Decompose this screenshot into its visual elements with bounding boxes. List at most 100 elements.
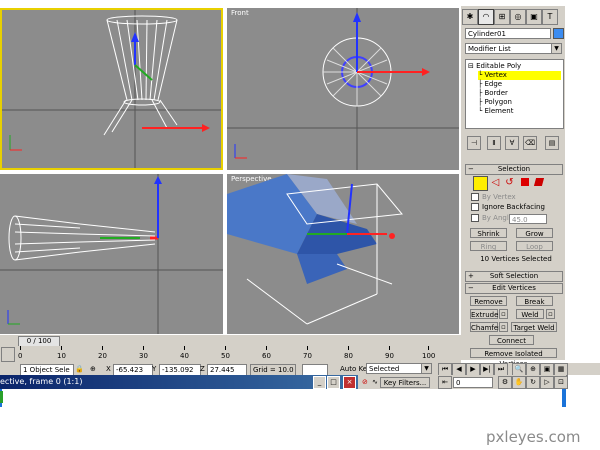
configure-modifier-sets-icon[interactable]: ▤ (545, 136, 559, 150)
viewport-left-drawing (0, 174, 223, 334)
ring-button[interactable]: Ring (470, 241, 507, 251)
modifier-list-label: Modifier List (468, 45, 511, 53)
tick-label: 90 (385, 352, 394, 360)
grow-button[interactable]: Grow (516, 228, 553, 238)
time-slider[interactable]: 0 / 100 (0, 335, 461, 347)
element-mode-icon[interactable] (533, 178, 545, 186)
maximize-icon[interactable]: □ (327, 376, 340, 389)
connect-button[interactable]: Connect (489, 335, 534, 345)
shrink-button[interactable]: Shrink (470, 228, 507, 238)
tick-label: 0 (18, 352, 23, 360)
viewport-perspective-drawing (227, 174, 403, 325)
stack-item-element[interactable]: └ Element (478, 107, 513, 116)
hierarchy-icon[interactable]: ⊞ (494, 9, 510, 25)
extrude-button[interactable]: Extrude (470, 309, 498, 319)
viewport-left[interactable] (0, 174, 223, 334)
arc-rotate-icon[interactable]: ↻ (526, 376, 540, 389)
edit-vertices-rollout-header[interactable]: − Edit Vertices (465, 283, 563, 294)
set-key-mode-label: Selected (369, 365, 400, 373)
stack-tools: ⊣ Ⅱ ∀ ⌫ ▤ (465, 136, 562, 150)
track-bar[interactable]: 0 10 20 30 40 50 60 70 80 90 100 (0, 346, 461, 363)
window-title: ective, frame 0 (1:1) (0, 377, 83, 386)
transform-mode-icon[interactable]: ⊕ (90, 364, 96, 374)
weld-button[interactable]: Weld (516, 309, 544, 319)
key-filters-button[interactable]: Key Filters... (380, 377, 430, 388)
set-key-mode-dropdown[interactable]: Selected ▼ (366, 363, 432, 374)
command-panel: ✱ ◠ ⊞ ◎ ▣ T Cylinder01 Modifier List ▼ ⊟… (461, 6, 565, 368)
maximize-viewport-icon[interactable]: ⊡ (554, 376, 568, 389)
chamfer-settings-icon[interactable]: ▫ (499, 322, 508, 332)
remove-isolated-vertices-button[interactable]: Remove Isolated Vertices (470, 348, 557, 368)
modify-icon[interactable]: ◠ (478, 9, 494, 25)
window-frame-bottom (0, 389, 566, 407)
stack-item-vertex[interactable]: └ Vertex (478, 71, 561, 80)
chevron-down-icon: ▼ (421, 364, 431, 373)
object-color-swatch[interactable] (553, 28, 564, 39)
minimize-icon[interactable]: _ (313, 376, 326, 389)
current-frame-field[interactable]: 0 (453, 377, 493, 388)
extrude-settings-icon[interactable]: ▫ (499, 309, 508, 319)
green-marker (0, 391, 3, 403)
create-icon[interactable]: ✱ (462, 9, 478, 25)
by-vertex-checkbox[interactable]: By Vertex (471, 193, 516, 202)
viewport-front-drawing (227, 8, 459, 170)
status-bar: 1 Object Sele 🔒 ⊕ X -65.423 Y -135.092 Z… (0, 363, 600, 376)
chevron-down-icon: ▼ (551, 44, 561, 53)
tick-label: 80 (344, 352, 353, 360)
viewport-top[interactable] (0, 8, 223, 170)
set-key-icon[interactable]: ⊘ (362, 377, 368, 387)
field-of-view-icon[interactable]: ▷ (540, 376, 554, 389)
make-unique-icon[interactable]: ∀ (505, 136, 519, 150)
selection-status: 10 Vertices Selected (480, 255, 552, 263)
x-label: X (106, 365, 111, 373)
stack-item-border[interactable]: ├ Border (478, 89, 508, 98)
tick-label: 30 (139, 352, 148, 360)
modifier-list-dropdown[interactable]: Modifier List ▼ (465, 43, 562, 54)
viewport-perspective[interactable]: Perspective (227, 174, 459, 334)
vertex-mode-icon[interactable] (473, 176, 488, 191)
loop-button[interactable]: Loop (516, 241, 553, 251)
border-mode-icon[interactable]: ↺ (503, 176, 516, 189)
display-icon[interactable]: ▣ (526, 9, 542, 25)
track-bar-toggle-icon[interactable] (1, 347, 15, 362)
motion-icon[interactable]: ◎ (510, 9, 526, 25)
soft-selection-rollout-header[interactable]: + Soft Selection (465, 271, 563, 282)
polygon-mode-icon[interactable] (521, 178, 529, 186)
watermark: pxleyes.com (486, 428, 581, 446)
tick-label: 70 (303, 352, 312, 360)
remove-button[interactable]: Remove (470, 296, 507, 306)
ignore-backfacing-checkbox[interactable]: Ignore Backfacing (471, 203, 545, 212)
stack-item-edge[interactable]: ├ Edge (478, 80, 502, 89)
lock-icon[interactable]: 🔒 (75, 364, 84, 374)
show-end-result-icon[interactable]: Ⅱ (487, 136, 501, 150)
y-label: Y (152, 365, 157, 373)
by-angle-field[interactable]: 45.0 (509, 214, 547, 224)
key-controls-row: ⊘ ∿ Key Filters... ⇤ 0 ⚙ ✋ ↻ ▷ ⊡ (358, 375, 568, 389)
tick-label: 60 (262, 352, 271, 360)
key-mode-toggle-icon[interactable]: ⇤ (438, 376, 452, 389)
chamfer-button[interactable]: Chamfer (470, 322, 501, 332)
floating-window-titlebar[interactable]: ective, frame 0 (1:1) _ □ × (0, 375, 358, 389)
object-name-field[interactable]: Cylinder01 (465, 28, 551, 39)
panel-tabs: ✱ ◠ ⊞ ◎ ▣ T (461, 8, 565, 26)
pin-stack-icon[interactable]: ⊣ (467, 136, 481, 150)
tick-label: 10 (57, 352, 66, 360)
stack-item-editable-poly[interactable]: ⊟ Editable Poly (468, 62, 521, 71)
remove-modifier-icon[interactable]: ⌫ (523, 136, 537, 150)
pan-icon[interactable]: ✋ (512, 376, 526, 389)
z-label: Z (200, 365, 205, 373)
key-mode-icon[interactable]: ∿ (372, 377, 378, 387)
tick-label: 40 (180, 352, 189, 360)
utilities-icon[interactable]: T (542, 9, 558, 25)
stack-item-polygon[interactable]: ├ Polygon (478, 98, 512, 107)
selection-rollout-header[interactable]: − Selection (465, 164, 563, 175)
edge-mode-icon[interactable]: ◁ (489, 176, 502, 189)
weld-settings-icon[interactable]: ▫ (546, 309, 555, 319)
viewport-top-drawing (2, 10, 221, 168)
break-button[interactable]: Break (516, 296, 553, 306)
viewport-front[interactable]: Front (227, 8, 459, 170)
window-content-area (0, 389, 562, 407)
time-config-icon[interactable]: ⚙ (498, 376, 512, 389)
close-icon[interactable]: × (343, 376, 356, 389)
target-weld-button[interactable]: Target Weld (511, 322, 557, 332)
